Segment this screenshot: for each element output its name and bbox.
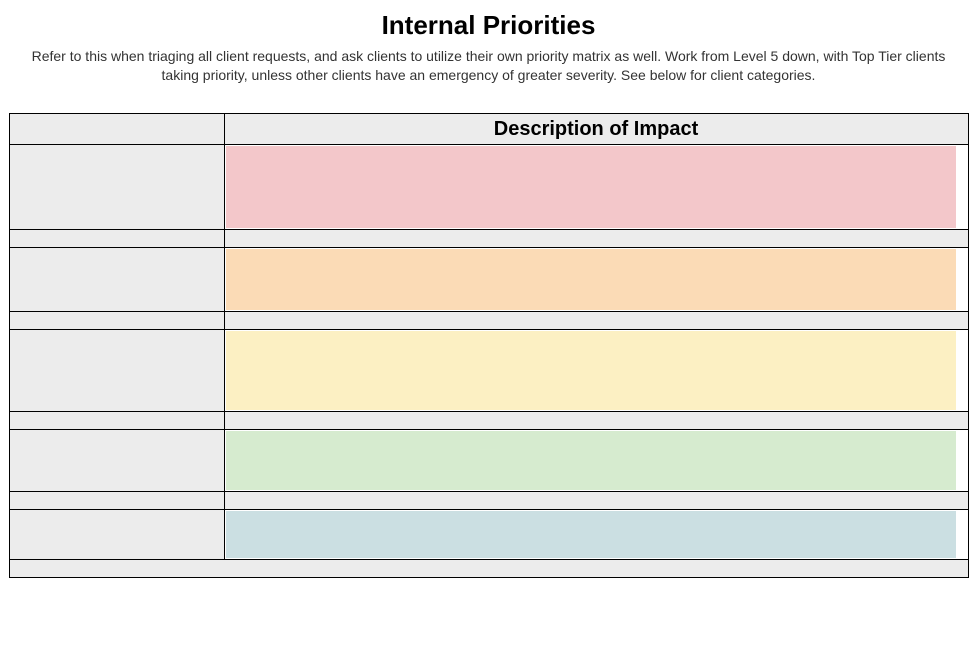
level-color-block	[226, 431, 956, 490]
priority-table: Description of Impact	[9, 113, 969, 578]
spacer-right	[224, 229, 968, 247]
header-left	[9, 113, 224, 144]
level-description	[224, 509, 968, 559]
level-color-block	[226, 249, 956, 310]
header-right: Description of Impact	[224, 113, 968, 144]
level-color-block	[226, 146, 956, 228]
spacer-right	[224, 311, 968, 329]
level-label	[9, 247, 224, 311]
spacer-left	[9, 491, 224, 509]
level-label	[9, 429, 224, 491]
spacer-right	[224, 491, 968, 509]
level-color-block	[226, 511, 956, 558]
spacer-left	[9, 311, 224, 329]
page-subtitle: Refer to this when triaging all client r…	[19, 47, 959, 85]
level-description	[224, 429, 968, 491]
page-title: Internal Priorities	[8, 10, 969, 41]
level-description	[224, 144, 968, 229]
level-color-block	[226, 331, 956, 410]
footer-row	[9, 559, 968, 577]
level-label	[9, 509, 224, 559]
level-label	[9, 329, 224, 411]
level-description	[224, 329, 968, 411]
spacer-left	[9, 229, 224, 247]
level-description	[224, 247, 968, 311]
spacer-right	[224, 411, 968, 429]
spacer-left	[9, 411, 224, 429]
level-label	[9, 144, 224, 229]
